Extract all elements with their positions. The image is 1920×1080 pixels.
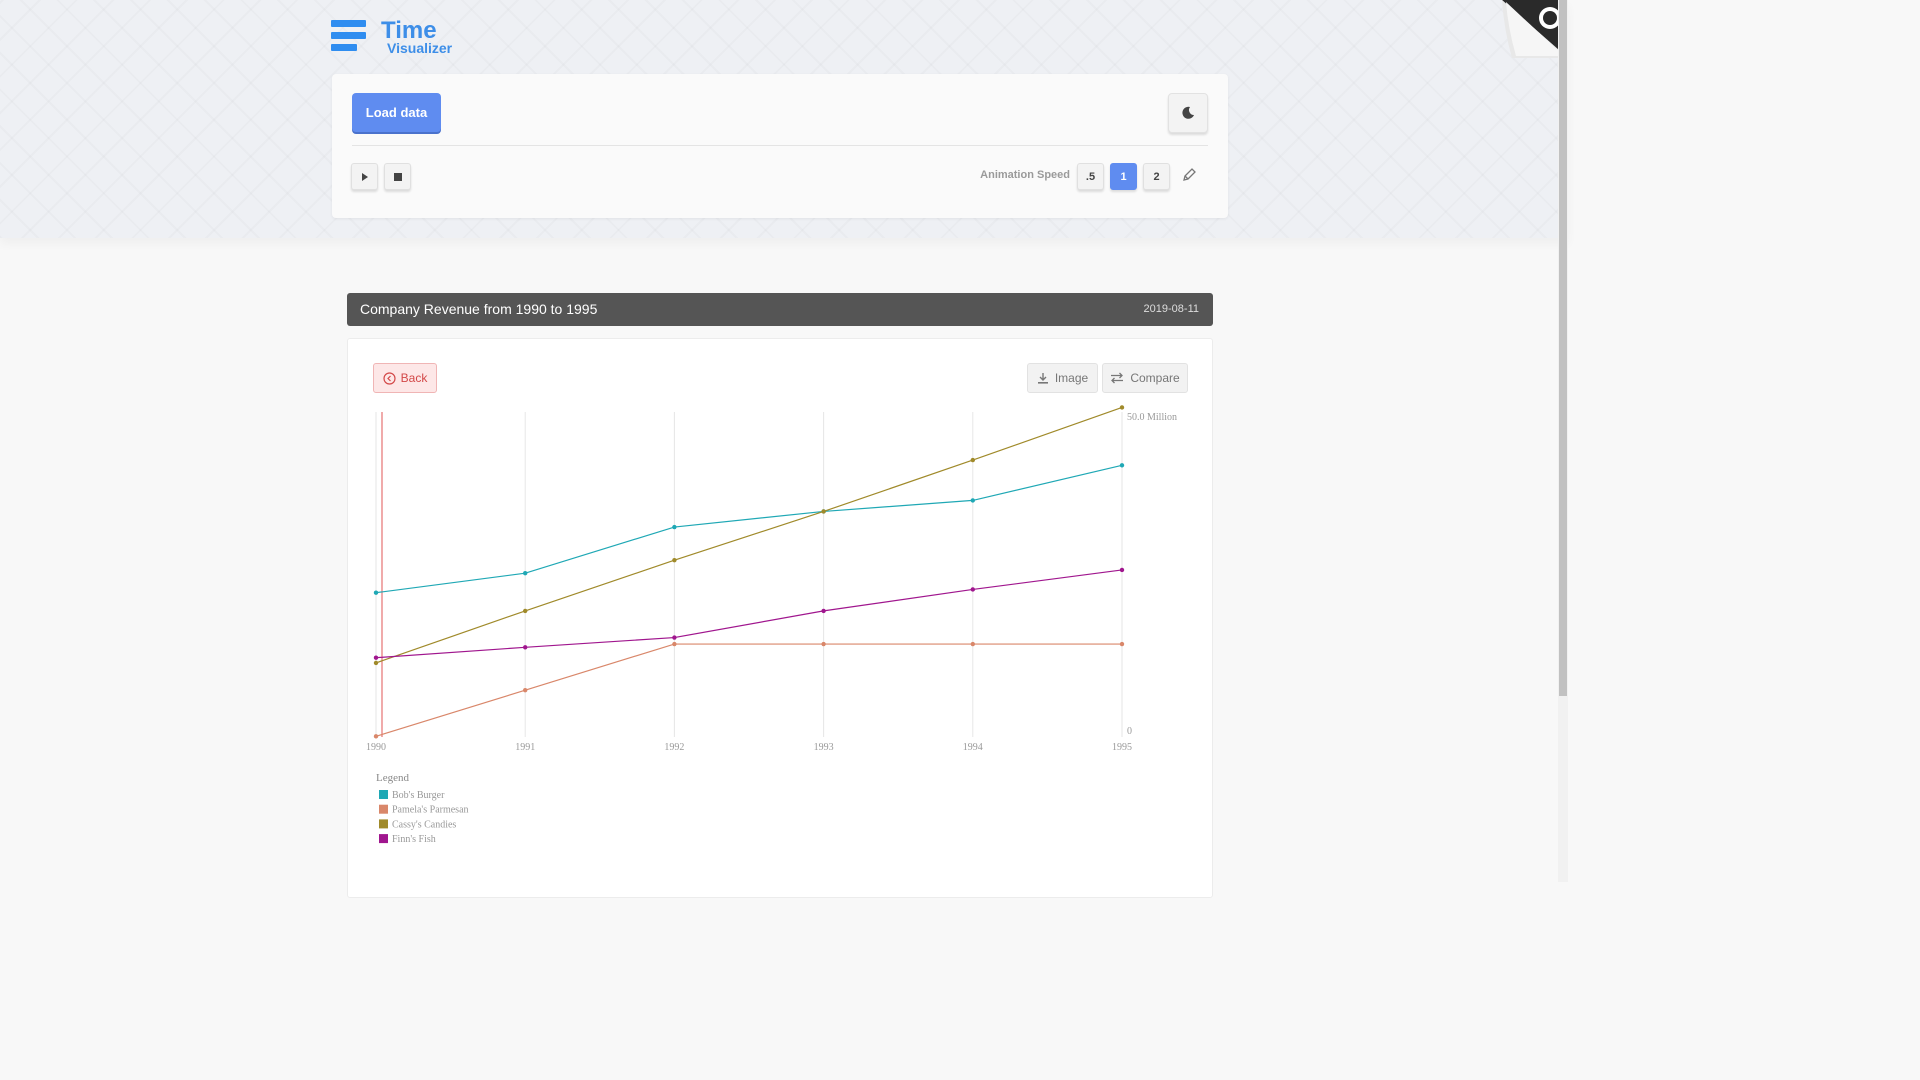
swap-arrows-icon — [1111, 372, 1124, 384]
animation-speed-label: Animation Speed — [980, 169, 1070, 181]
chart-title: Company Revenue from 1990 to 1995 — [360, 301, 598, 317]
x-tick-label: 1993 — [814, 742, 834, 753]
legend-swatch — [379, 804, 388, 814]
data-point — [373, 660, 379, 666]
data-point — [672, 641, 677, 647]
speed-1-button[interactable]: 1 — [1110, 163, 1137, 190]
data-point — [1119, 405, 1125, 410]
compare-label: Compare — [1130, 371, 1180, 385]
revenue-line-chart: 1990 1991 1992 1993 1994 1995 50.0 Million 0 Le… — [366, 405, 1177, 845]
data-point — [1119, 567, 1125, 573]
pencil-icon — [1183, 168, 1196, 181]
x-tick-label: 1992 — [664, 742, 684, 753]
edit-button[interactable] — [1180, 166, 1198, 184]
chart-title-bar: Company Revenue from 1990 to 1995 2019-0… — [347, 293, 1213, 326]
data-point — [523, 571, 528, 576]
data-point — [1119, 641, 1125, 647]
x-tick-label: 1994 — [963, 742, 983, 753]
x-tick-label: 1990 — [366, 742, 386, 753]
chart-date: 2019-08-11 — [1143, 303, 1199, 315]
data-point — [523, 608, 528, 614]
back-label: Back — [400, 371, 428, 385]
legend-swatch — [379, 790, 388, 799]
legend-swatch — [379, 819, 388, 829]
play-icon — [361, 172, 368, 181]
data-point — [821, 509, 826, 514]
speed-2-button[interactable]: 2 — [1143, 163, 1170, 190]
legend-title: Legend — [376, 772, 409, 784]
data-point — [523, 645, 528, 650]
data-point — [970, 457, 975, 463]
load-data-button[interactable]: Load data — [352, 93, 441, 132]
play-button[interactable] — [351, 163, 378, 190]
x-tick-label: 1995 — [1112, 742, 1132, 753]
data-point — [970, 587, 975, 592]
legend-swatch — [379, 834, 388, 844]
data-point — [821, 641, 826, 647]
download-icon — [1037, 373, 1048, 384]
speed-half-button[interactable]: .5 — [1077, 163, 1104, 190]
legend-label: Bob's Burger — [392, 790, 445, 801]
data-point — [373, 655, 379, 660]
download-image-button[interactable]: Image — [1027, 363, 1098, 393]
series-line — [375, 643, 1122, 737]
compare-button[interactable]: Compare — [1102, 363, 1188, 393]
x-tick-label: 1991 — [515, 742, 535, 753]
data-point — [523, 688, 528, 693]
data-point — [1119, 463, 1125, 468]
legend-label: Cassy's Candies — [392, 819, 456, 830]
dark-mode-toggle[interactable] — [1168, 93, 1208, 133]
app-subtitle: Visualizer — [387, 40, 453, 56]
page-scrollbar[interactable] — [1558, 0, 1568, 882]
y-max-label: 50.0 Million — [1127, 412, 1177, 423]
control-panel: Load data Animation Speed .5 1 2 — [332, 74, 1228, 218]
moon-icon — [1182, 106, 1194, 119]
data-point — [373, 590, 379, 595]
back-button[interactable]: Back — [373, 363, 437, 393]
data-point — [821, 608, 826, 614]
legend-label: Finn's Fish — [392, 834, 436, 845]
data-point — [970, 641, 975, 647]
scrollbar-thumb[interactable] — [1559, 0, 1567, 696]
y-min-label: 0 — [1127, 726, 1132, 737]
data-point — [970, 498, 975, 503]
stop-button[interactable] — [384, 163, 411, 190]
app-logo[interactable]: Time Visualizer — [331, 17, 491, 60]
data-point — [373, 734, 379, 739]
stop-icon — [393, 172, 402, 181]
data-point — [672, 558, 677, 563]
arrow-left-circle-icon — [383, 371, 396, 385]
divider — [352, 145, 1208, 146]
data-point — [672, 524, 677, 530]
legend-label: Pamela's Parmesan — [392, 805, 469, 816]
image-label: Image — [1054, 371, 1089, 385]
series-line — [375, 464, 1123, 594]
data-point — [672, 635, 677, 640]
